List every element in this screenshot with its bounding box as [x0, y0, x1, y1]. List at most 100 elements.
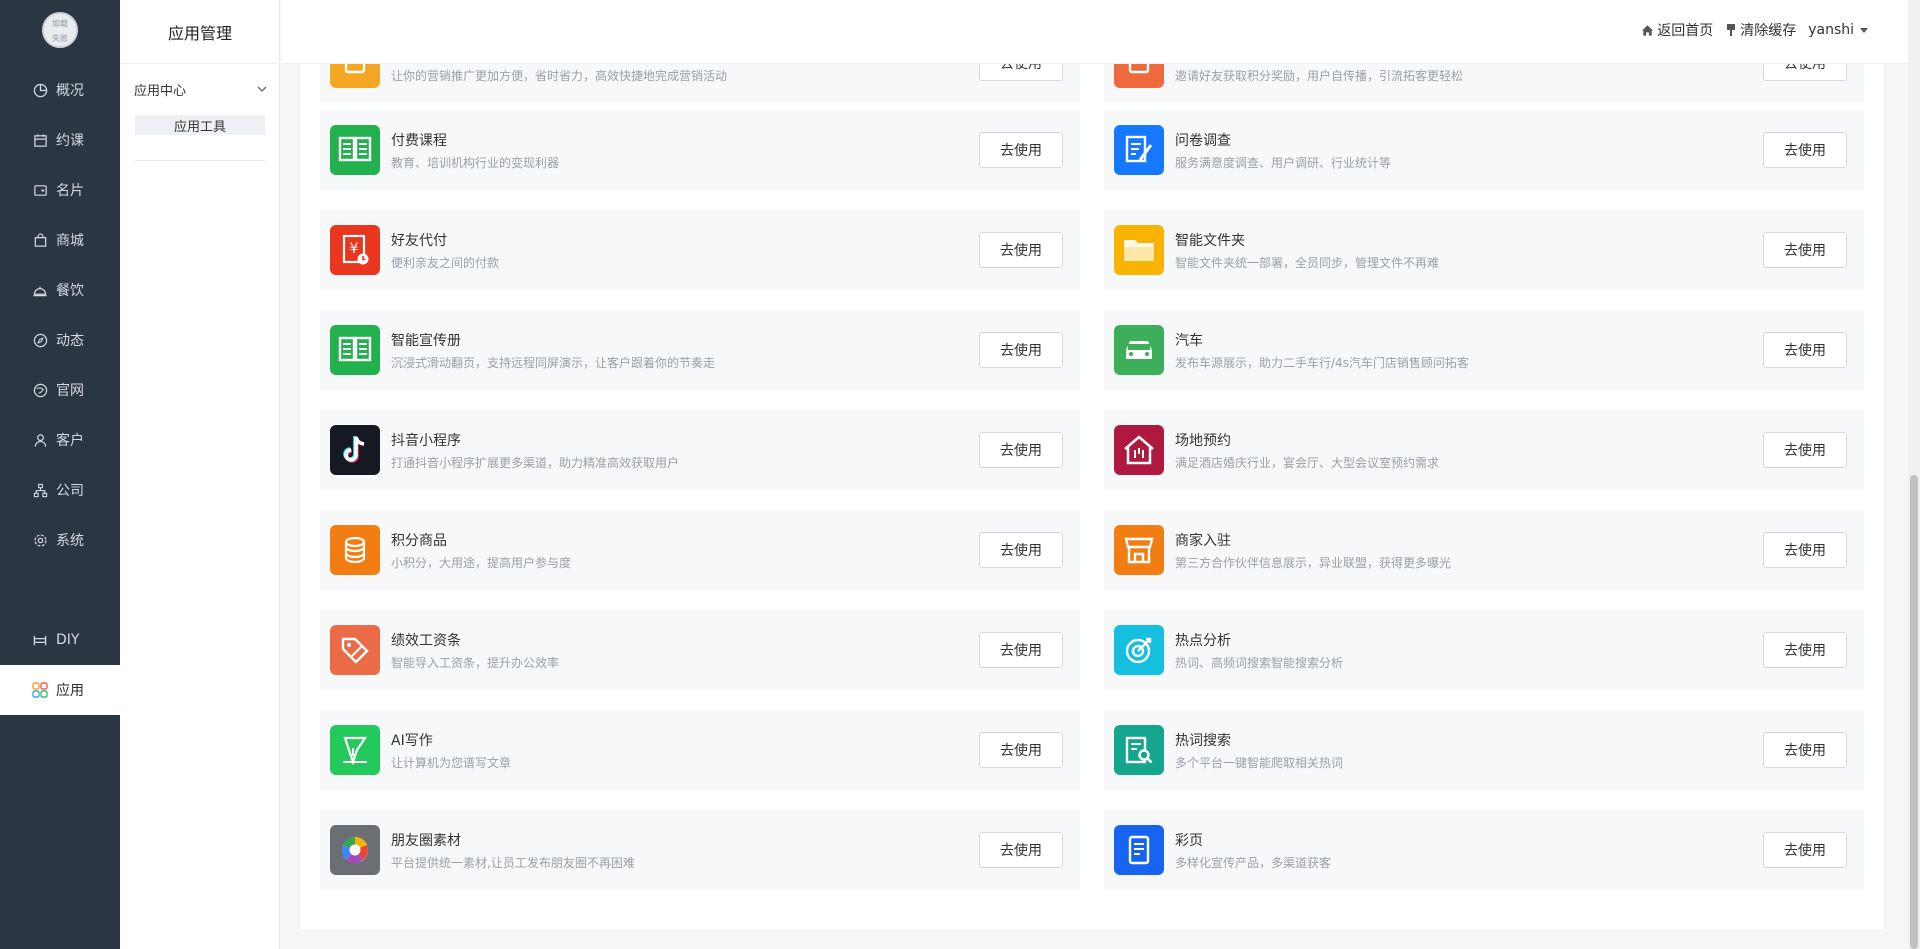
- tiktok-icon: [330, 425, 380, 475]
- app-title: AI写作: [391, 733, 433, 749]
- use-app-button[interactable]: 去使用: [1763, 532, 1847, 568]
- clear-cache-link[interactable]: 清除缓存: [1725, 20, 1796, 40]
- sidebar-item-label: 商城: [56, 233, 84, 249]
- menu-group-app-center[interactable]: 应用中心: [134, 76, 268, 102]
- aperture-icon: [330, 825, 380, 875]
- use-app-button[interactable]: 去使用: [979, 732, 1063, 768]
- back-home-link[interactable]: 返回首页: [1641, 20, 1713, 40]
- use-app-button[interactable]: 去使用: [1763, 332, 1847, 368]
- sidebar-item-1[interactable]: 约课: [0, 115, 120, 165]
- username: yanshi: [1808, 22, 1854, 38]
- venue-icon: [1114, 425, 1164, 475]
- book-icon: [330, 325, 380, 375]
- app-description: 让计算机为您谱写文章: [391, 756, 512, 770]
- app-title: 热词搜索: [1175, 733, 1231, 749]
- sidebar-item-7[interactable]: 客户: [0, 415, 120, 465]
- app-card: 让你的营销推广更加方便，省时省力，高效快捷地完成营销活动 去使用: [320, 64, 1080, 103]
- main-sidebar: 加载 失败 概况约课名片商城餐饮动态官网客户公司系统 DIY 应用: [0, 0, 120, 949]
- menu-item-app-tools[interactable]: 应用工具: [135, 115, 265, 135]
- use-app-button[interactable]: 去使用: [979, 64, 1063, 81]
- app-card: 绩效工资条智能导入工资条，提升办公效率 去使用: [320, 610, 1080, 690]
- sidebar-item-8[interactable]: 公司: [0, 465, 120, 515]
- sidebar-item-label: 系统: [56, 533, 84, 549]
- app-title: 智能文件夹: [1175, 233, 1245, 249]
- company-logo[interactable]: 加载 失败: [42, 12, 78, 48]
- app-description: 发布车源展示，助力二手车行/4s汽车门店销售顾问拓客: [1175, 356, 1469, 370]
- use-app-button[interactable]: 去使用: [1763, 132, 1847, 168]
- org-chart-icon: [32, 482, 48, 498]
- back-home-label: 返回首页: [1657, 23, 1714, 39]
- app-card: 抖音小程序打通抖音小程序扩展更多渠道，助力精准高效获取用户 去使用: [320, 410, 1080, 490]
- sidebar-item-4[interactable]: 餐饮: [0, 265, 120, 315]
- gear-icon: [32, 532, 48, 548]
- use-app-button[interactable]: 去使用: [1763, 832, 1847, 868]
- app-description: 沉浸式滑动翻页，支持远程同屏演示，让客户跟着你的节奏走: [391, 356, 716, 370]
- use-app-button[interactable]: 去使用: [979, 132, 1063, 168]
- pay-icon: ¥: [330, 225, 380, 275]
- app-description: 便利亲友之间的付款: [391, 256, 500, 270]
- app-card: 智能文件夹 智能文件夹统一部署，全员同步，管理文件不再难 去使用: [1104, 210, 1864, 290]
- scrollbar-thumb[interactable]: [1910, 475, 1918, 949]
- use-app-button[interactable]: 去使用: [979, 832, 1063, 868]
- calendar-icon: [32, 132, 48, 148]
- app-card: 热词搜索多个平台一键智能爬取相关热词 去使用: [1104, 710, 1864, 790]
- user-menu[interactable]: yanshi: [1808, 22, 1868, 38]
- sidebar-item-label: 名片: [56, 183, 84, 199]
- app-card: 彩页 多样化宣传产品，多渠道获客 去使用: [1104, 810, 1864, 890]
- sidebar-item-label: 约课: [56, 133, 84, 149]
- use-app-button[interactable]: 去使用: [1763, 732, 1847, 768]
- app-title: 热点分析: [1175, 633, 1231, 649]
- menu-divider: [135, 160, 265, 161]
- sidebar-item-6[interactable]: 官网: [0, 365, 120, 415]
- sidebar-item-9[interactable]: 系统: [0, 515, 120, 565]
- use-app-button[interactable]: 去使用: [979, 532, 1063, 568]
- app-title: 智能宣传册: [391, 333, 461, 349]
- target-icon: [1114, 625, 1164, 675]
- app-title: 汽车: [1175, 333, 1203, 349]
- app-title: 朋友圈素材: [391, 833, 461, 849]
- submenu-title: 应用管理: [120, 0, 280, 64]
- use-app-button[interactable]: 去使用: [1763, 432, 1847, 468]
- use-app-button[interactable]: 去使用: [979, 232, 1063, 268]
- store-icon: [1114, 525, 1164, 575]
- user-icon: [32, 432, 48, 448]
- sidebar-item-11[interactable]: 应用: [0, 665, 120, 715]
- secondary-menu: 应用管理 应用中心 应用工具: [120, 0, 280, 949]
- app-description: 多个平台一键智能爬取相关热词: [1175, 756, 1344, 770]
- sidebar-item-2[interactable]: 名片: [0, 165, 120, 215]
- sidebar-item-label: 餐饮: [56, 283, 84, 299]
- use-app-button[interactable]: 去使用: [979, 432, 1063, 468]
- sidebar-item-3[interactable]: 商城: [0, 215, 120, 265]
- sidebar-item-label: 动态: [56, 333, 84, 349]
- sidebar-item-label: 应用: [56, 683, 84, 699]
- clear-cache-label: 清除缓存: [1740, 23, 1797, 39]
- sidebar-item-10[interactable]: DIY: [0, 615, 120, 665]
- food-cover-icon: [32, 282, 48, 298]
- use-app-button[interactable]: 去使用: [979, 632, 1063, 668]
- app-description: 智能导入工资条，提升办公效率: [391, 656, 560, 670]
- top-header: 返回首页 清除缓存 yanshi: [281, 0, 1920, 64]
- sidebar-item-label: 官网: [56, 383, 84, 399]
- use-app-button[interactable]: 去使用: [1763, 232, 1847, 268]
- app-title: 积分商品: [391, 533, 447, 549]
- use-app-button[interactable]: 去使用: [1763, 64, 1847, 81]
- app-card: 商家入驻 第三方合作伙伴信息展示，异业联盟，获得更多曝光 去使用: [1104, 510, 1864, 590]
- use-app-button[interactable]: 去使用: [1763, 632, 1847, 668]
- app-description: 教育、培训机构行业的变现利器: [391, 156, 560, 170]
- app-title: 好友代付: [391, 233, 447, 249]
- coins-icon: [330, 525, 380, 575]
- sidebar-item-5[interactable]: 动态: [0, 315, 120, 365]
- page-icon: [1114, 825, 1164, 875]
- app-title: 抖音小程序: [391, 433, 461, 449]
- salary-icon: [330, 625, 380, 675]
- use-app-button[interactable]: 去使用: [979, 332, 1063, 368]
- menu-group-label: 应用中心: [134, 83, 187, 99]
- app-card: AI写作让计算机为您谱写文章 去使用: [320, 710, 1080, 790]
- app-description: 打通抖音小程序扩展更多渠道，助力精准高效获取用户: [391, 456, 680, 470]
- app-card: ¥ 好友代付便利亲友之间的付款 去使用: [320, 210, 1080, 290]
- app-title: 绩效工资条: [391, 633, 461, 649]
- app-card: 汽车发布车源展示，助力二手车行/4s汽车门店销售顾问拓客 去使用: [1104, 310, 1864, 390]
- caret-down-icon: [1860, 27, 1868, 33]
- sidebar-item-0[interactable]: 概况: [0, 65, 120, 115]
- sidebar-item-label: 公司: [56, 483, 84, 499]
